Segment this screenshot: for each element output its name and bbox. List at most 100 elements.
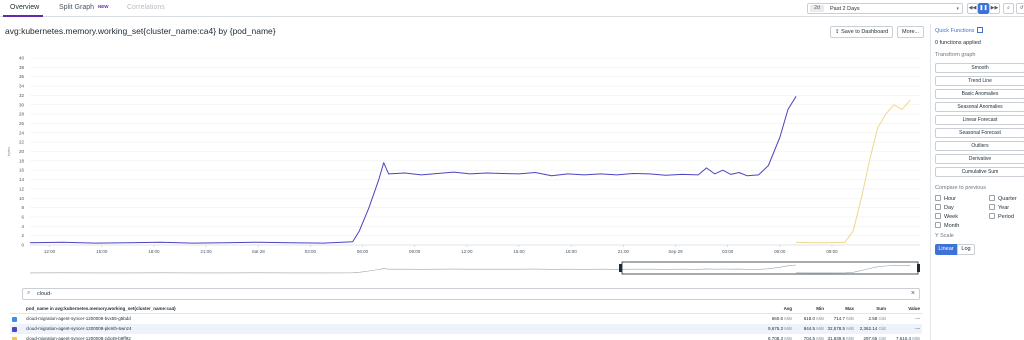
x-tick-label: 18:00 <box>566 249 578 254</box>
y-tick-label: 18 <box>19 158 25 163</box>
checkbox[interactable] <box>989 195 995 201</box>
x-tick-label: 18:00 <box>148 249 160 254</box>
function-button-trend-line[interactable]: Trend Line <box>935 76 1024 86</box>
row-menu-icon[interactable]: ··· <box>914 334 919 340</box>
y-tick-label: 6 <box>21 214 24 219</box>
function-button-seasonal-anomalies[interactable]: Seasonal Anomalies <box>935 102 1024 112</box>
yscale-log-button[interactable]: Log <box>957 244 975 255</box>
time-scrubber-svg[interactable] <box>30 261 920 275</box>
x-tick-label: 09:00 <box>409 249 421 254</box>
time-range-selector[interactable]: 2d Past 2 Days ▾ <box>807 3 963 14</box>
function-button-linear-forecast[interactable]: Linear Forecast <box>935 115 1024 125</box>
compare-period[interactable]: Period <box>989 213 1014 221</box>
y-tick-label: 30 <box>19 102 25 107</box>
y-tick-label: 24 <box>19 130 25 135</box>
column-header-name[interactable]: pod_name in avg:kubernetes.memory.workin… <box>26 304 176 314</box>
close-icon[interactable]: × <box>911 289 915 299</box>
more-button[interactable]: More... <box>897 26 925 38</box>
series-color-swatch <box>12 317 17 322</box>
tab-overview[interactable]: Overview <box>10 4 39 11</box>
y-tick-label: 28 <box>19 112 25 117</box>
table-row[interactable]: cloud-migration-agent-syncer-1200008-pkm… <box>10 324 922 334</box>
timeseries-svg[interactable]: 0246810121416182022242628303234363840byt… <box>0 48 925 260</box>
y-tick-label: 40 <box>19 56 25 61</box>
compare-day[interactable]: Day <box>935 204 954 212</box>
series-line <box>29 96 797 244</box>
series-name: cloud-migration-agent-syncer-1200008-zdx… <box>26 336 131 340</box>
step-back-icon[interactable]: ◀◀ <box>967 3 978 14</box>
series-line <box>796 99 911 244</box>
reset-icon[interactable]: ↺ <box>1016 3 1024 14</box>
x-tick-label: 03:00 <box>722 249 734 254</box>
search-icon: ⌕ <box>27 290 31 296</box>
search-input[interactable] <box>37 289 897 299</box>
yscale-linear-button[interactable]: Linear <box>935 244 957 255</box>
checkbox[interactable] <box>935 222 941 228</box>
quick-functions-label: Quick Functions <box>935 28 975 34</box>
checkbox[interactable] <box>935 213 941 219</box>
transform-graph-label: Transform graph <box>935 52 976 58</box>
function-button-derivative[interactable]: Derivative <box>935 154 1024 164</box>
compare-week[interactable]: Week <box>935 213 958 221</box>
time-scrubber[interactable] <box>30 261 920 275</box>
x-tick-label: Sat 28 <box>252 249 266 254</box>
checkbox-label: Day <box>944 205 954 211</box>
scrubber-handle-left <box>619 264 622 272</box>
checkbox-label: Year <box>998 205 1010 211</box>
checkbox[interactable] <box>989 213 995 219</box>
table-row[interactable]: cloud-migration-agent-syncer-1200008-bvx… <box>10 314 922 324</box>
function-button-basic-anomalies[interactable]: Basic Anomalies <box>935 89 1024 99</box>
function-button-cumulative-sum[interactable]: Cumulative Sum <box>935 167 1024 177</box>
y-tick-label: 22 <box>19 140 25 145</box>
function-button-outliers[interactable]: Outliers <box>935 141 1024 151</box>
y-tick-label: 34 <box>19 84 25 89</box>
y-axis-label: bytes <box>6 147 11 157</box>
quick-functions-panel: Quick Functions 0 functions applied Tran… <box>930 24 1024 340</box>
yscale-label: Y Scale <box>935 233 954 239</box>
y-tick-label: 8 <box>21 205 24 210</box>
series-search[interactable]: ⌕ × <box>22 288 920 300</box>
checkbox[interactable] <box>935 204 941 210</box>
function-button-smooth[interactable]: Smooth <box>935 63 1024 73</box>
chevron-down-icon: ▾ <box>956 6 959 12</box>
timeseries-chart[interactable]: 0 2 4 6 8 10 12 14 16 18 20 22 24 26 28 30 32 34 36 38 40 byt… <box>0 48 925 260</box>
x-tick-label: Sep 29 <box>668 249 683 254</box>
time-range-label: Past 2 Days <box>830 6 860 12</box>
quick-functions-title[interactable]: Quick Functions <box>935 27 984 34</box>
y-tick-label: 0 <box>21 243 24 248</box>
compare-hour[interactable]: Hour <box>935 195 956 203</box>
row-menu-icon[interactable]: ··· <box>914 324 919 334</box>
function-button-seasonal-forecast[interactable]: Seasonal Forecast <box>935 128 1024 138</box>
series-name: cloud-migration-agent-syncer-1200008-pkm… <box>26 326 132 331</box>
checkbox[interactable] <box>989 204 995 210</box>
checkbox-label: Hour <box>944 196 956 202</box>
save-to-dashboard-button[interactable]: ⇪ Save to Dashboard <box>830 26 894 38</box>
tab-correlations[interactable]: Correlations <box>127 4 165 11</box>
y-tick-label: 20 <box>19 149 25 154</box>
pause-icon[interactable]: ❚❚ <box>978 3 989 14</box>
view-tabs: Overview Split Graph NEW Correlations 2d … <box>0 0 1024 17</box>
zoom-icon[interactable]: ⌕ <box>1003 3 1014 14</box>
new-badge: NEW <box>98 4 109 9</box>
checkbox-label: Month <box>944 223 960 229</box>
x-tick-label: 15:00 <box>96 249 108 254</box>
checkbox-label: Week <box>944 214 958 220</box>
scrubber-handle-right <box>917 264 920 272</box>
compare-quarter[interactable]: Quarter <box>989 195 1017 203</box>
x-tick-label: 21:00 <box>618 249 630 254</box>
compare-month[interactable]: Month <box>935 222 959 230</box>
column-header-value[interactable]: Value <box>874 304 920 314</box>
series-table: pod_name in avg:kubernetes.memory.workin… <box>10 304 922 340</box>
functions-applied: 0 functions applied <box>935 40 981 46</box>
step-forward-icon[interactable]: ▶▶ <box>989 3 1000 14</box>
x-tick-label: 12:00 <box>44 249 56 254</box>
save-to-dashboard-label: Save to Dashboard <box>841 29 889 35</box>
table-row[interactable]: cloud-migration-agent-syncer-1200008-zdx… <box>10 334 922 340</box>
y-tick-label: 38 <box>19 65 25 70</box>
checkbox-label: Quarter <box>998 196 1017 202</box>
x-tick-label: 12:00 <box>461 249 473 254</box>
compare-year[interactable]: Year <box>989 204 1009 212</box>
checkbox[interactable] <box>935 195 941 201</box>
tab-split-graph[interactable]: Split Graph NEW <box>59 4 109 11</box>
row-menu-icon[interactable]: ··· <box>914 314 919 324</box>
